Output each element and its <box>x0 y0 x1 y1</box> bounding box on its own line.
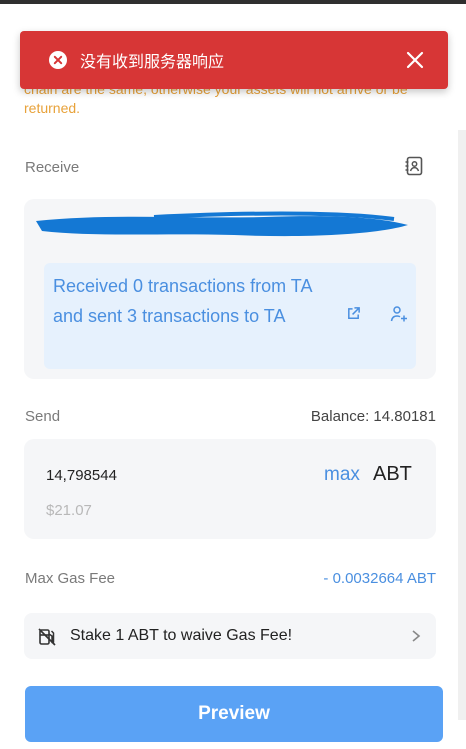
stake-text: Stake 1 ABT to waive Gas Fee! <box>70 627 293 644</box>
error-circle-icon <box>49 51 67 69</box>
close-icon[interactable] <box>406 51 424 69</box>
error-toast: 没有收到服务器响应 <box>20 31 448 89</box>
send-card: 14,798544 $21.07 max ABT <box>24 439 436 539</box>
max-button[interactable]: max <box>324 464 360 486</box>
transaction-info-text: Received 0 transactions from TA and sent… <box>53 276 312 326</box>
gas-fee-value: - 0.0032664 ABT <box>323 570 436 587</box>
receive-label: Receive <box>25 159 80 176</box>
balance-text: Balance: 14.80181 <box>310 408 436 425</box>
add-contact-icon[interactable] <box>390 305 408 323</box>
send-label: Send <box>25 408 61 425</box>
address-redaction <box>36 211 408 237</box>
chevron-right-icon <box>412 630 421 642</box>
preview-button[interactable]: Preview <box>25 686 443 742</box>
receive-card: Received 0 transactions from TA and sent… <box>24 199 436 379</box>
token-symbol: ABT <box>373 463 412 485</box>
scrollbar[interactable] <box>458 130 466 720</box>
no-gas-icon <box>38 628 56 646</box>
address-book-icon[interactable] <box>404 156 424 176</box>
stake-banner[interactable]: Stake 1 ABT to waive Gas Fee! <box>24 613 436 659</box>
external-link-icon[interactable] <box>346 306 361 321</box>
amount-input[interactable]: 14,798544 <box>46 467 117 484</box>
top-strip <box>0 0 466 4</box>
toast-message: 没有收到服务器响应 <box>80 54 225 71</box>
gas-fee-label: Max Gas Fee <box>25 570 116 587</box>
usd-value: $21.07 <box>46 502 92 519</box>
transaction-info-box: Received 0 transactions from TA and sent… <box>44 263 416 369</box>
